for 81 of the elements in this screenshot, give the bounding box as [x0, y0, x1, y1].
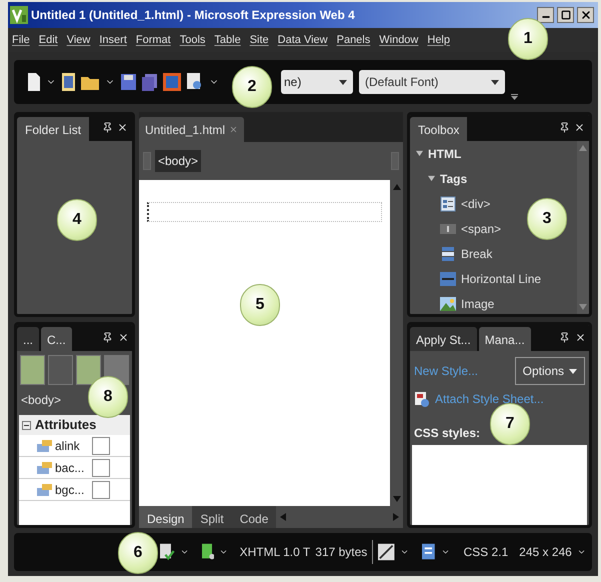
menu-item[interactable]: View — [66, 32, 90, 48]
tag-label: <body> — [21, 392, 62, 409]
div-icon — [440, 196, 456, 212]
caret-icon — [339, 80, 347, 84]
menu-item[interactable]: Help — [427, 32, 450, 48]
panel-tab[interactable]: Folder List — [17, 117, 90, 141]
panel-tab[interactable]: ... — [17, 327, 40, 351]
attribute-name: bgc... — [55, 482, 86, 498]
toolbox-item[interactable]: Break — [461, 244, 492, 262]
caret-icon — [491, 80, 499, 84]
file-size-label: 317 bytes — [315, 544, 368, 561]
page-size-label[interactable]: 245 x 246 — [519, 543, 572, 561]
stack-icon[interactable] — [142, 74, 157, 90]
collapse-toggle-icon[interactable] — [22, 420, 31, 430]
toolbox-item[interactable]: HTML — [428, 144, 462, 162]
menu-item[interactable]: Window — [379, 32, 418, 48]
css-version-label[interactable]: CSS 2.1 — [463, 543, 508, 561]
pin-icon[interactable] — [559, 122, 570, 133]
css-styles-label: CSS styles: — [414, 425, 480, 442]
page-check-icon[interactable] — [160, 543, 175, 561]
panel-tab[interactable]: Apply St... — [410, 327, 477, 351]
menu-item[interactable]: Table — [214, 32, 241, 48]
close-icon[interactable] — [575, 332, 586, 343]
doctype-label[interactable]: XHTML 1.0 T — [240, 543, 310, 561]
overflow-icon[interactable] — [511, 94, 518, 100]
maximize-icon — [560, 10, 570, 20]
pin-icon[interactable] — [102, 122, 113, 133]
close-icon[interactable] — [574, 122, 585, 133]
attribute-icon — [37, 462, 52, 474]
toolbox-item[interactable]: <div> — [461, 194, 490, 212]
new-page-icon[interactable] — [28, 73, 40, 91]
close-icon[interactable] — [117, 122, 128, 133]
section-heading: Attributes — [35, 416, 96, 434]
attribute-icon — [37, 440, 52, 452]
span-icon — [440, 224, 456, 234]
attribute-value-field[interactable] — [92, 436, 110, 454]
menu-item[interactable]: Insert — [99, 32, 127, 48]
panel-tab[interactable]: Toolbox — [410, 117, 468, 141]
menu-item[interactable]: Tools — [180, 32, 206, 48]
options-button[interactable]: Options — [514, 357, 585, 385]
document-tab[interactable]: Untitled_1.html — [139, 117, 244, 142]
menu-item[interactable]: Data View — [278, 32, 328, 48]
toolbox-item[interactable]: <span> — [461, 220, 502, 238]
toolbox-item[interactable]: Horizontal Line — [461, 270, 542, 288]
breadcrumb-tag[interactable]: <body> — [155, 150, 202, 172]
folder-icon[interactable] — [81, 74, 99, 90]
pin-icon[interactable] — [559, 332, 570, 343]
attribute-value-field[interactable] — [92, 480, 110, 498]
attach-style-sheet-icon — [414, 391, 430, 407]
attribute-value-field[interactable] — [92, 458, 110, 476]
style-dropdown[interactable]: ne) — [281, 70, 353, 94]
panel-tab[interactable]: Mana... — [478, 327, 531, 351]
attribute-name: bac... — [55, 460, 86, 476]
toolbox-item[interactable]: Tags — [440, 170, 468, 188]
expanded-arrow-icon[interactable] — [416, 150, 423, 157]
maximize-button[interactable] — [557, 7, 574, 23]
close-icon[interactable] — [118, 332, 129, 343]
font-dropdown[interactable]: (Default Font) — [359, 70, 505, 94]
panel-tab[interactable]: C... — [41, 327, 72, 351]
break-icon — [440, 246, 456, 262]
app-logo-icon — [10, 6, 28, 24]
minimize-button[interactable] — [537, 7, 554, 23]
document-icon[interactable] — [62, 73, 75, 91]
attribute-name: alink — [55, 438, 81, 454]
css-document-icon[interactable] — [422, 543, 436, 561]
window-title: Untitled 1 (Untitled_1.html) - Microsoft Expression Web 4 — [31, 7, 355, 24]
menu-item[interactable]: Format — [136, 32, 171, 48]
close-icon — [580, 9, 592, 21]
caret-icon — [569, 368, 577, 374]
expanded-arrow-icon[interactable] — [428, 175, 435, 182]
view-tab[interactable]: Design — [139, 506, 192, 528]
close-button[interactable] — [577, 7, 594, 23]
save-icon[interactable] — [121, 74, 136, 90]
menu-item[interactable]: File — [12, 32, 30, 48]
attribute-icon — [37, 484, 52, 496]
toolbox-item[interactable]: Image — [461, 294, 494, 312]
menu-item[interactable]: Site — [250, 32, 269, 48]
pin-icon[interactable] — [102, 332, 113, 343]
menu-item[interactable]: Panels — [336, 32, 370, 48]
menu-item[interactable]: Edit — [38, 32, 58, 48]
image-icon — [440, 296, 456, 310]
